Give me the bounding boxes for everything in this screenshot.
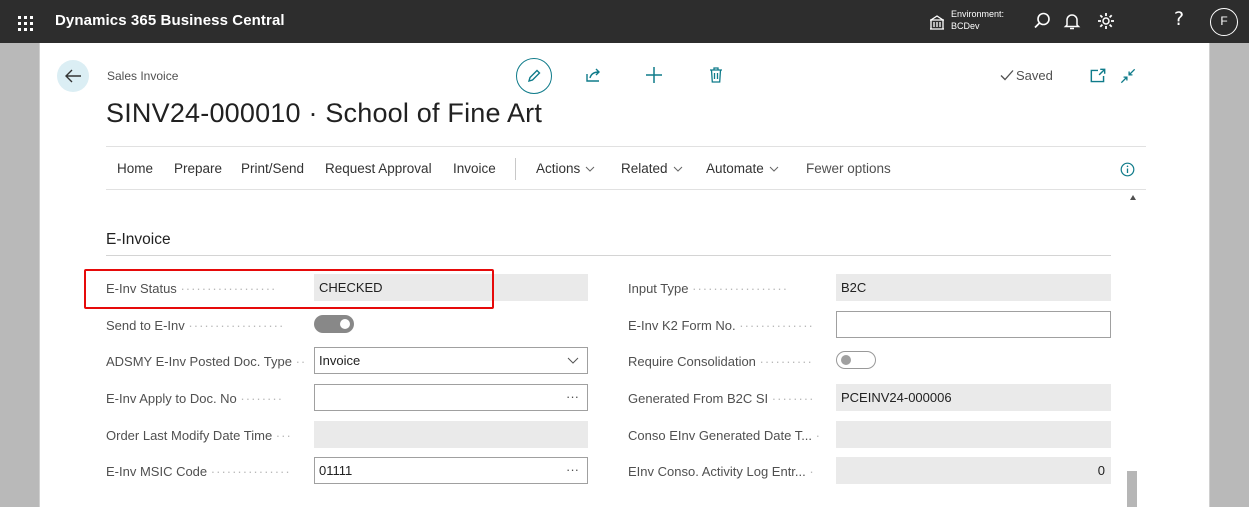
input-type-label: Input Type ·················· [628,281,789,296]
page-card: Sales Invoice SINV24-000010 · School of … [39,43,1210,507]
checkmark-icon [1000,70,1014,81]
k2-form-no-input[interactable] [836,311,1111,338]
einv-status-field: CHECKED [314,274,588,301]
chevron-down-icon [585,166,595,172]
new-plus-icon[interactable] [644,65,664,85]
open-new-window-icon[interactable] [1088,66,1108,86]
require-consolidation-toggle[interactable] [836,351,876,369]
action-bar: Home Prepare Print/Send Request Approval… [106,146,1146,190]
send-to-einv-label: Send to E-Inv ·················· [106,318,285,333]
action-print-send[interactable]: Print/Send [241,161,304,176]
send-to-einv-toggle[interactable] [314,315,354,333]
generated-from-field[interactable]: PCEINV24-000006 [836,384,1111,411]
assist-edit-ellipsis-icon[interactable]: ··· [566,389,579,404]
action-home[interactable]: Home [117,161,153,176]
action-invoice[interactable]: Invoice [453,161,496,176]
saved-label: Saved [1016,68,1053,83]
msic-code-label: E-Inv MSIC Code ··············· [106,464,291,479]
content-scrollbar[interactable] [1126,193,1142,507]
menu-related[interactable]: Related [621,161,683,176]
assist-edit-ellipsis-icon[interactable]: ··· [566,462,579,477]
saved-status: Saved [1000,68,1053,83]
back-button[interactable] [57,60,89,92]
action-separator [515,158,516,180]
scroll-thumb[interactable] [1127,471,1137,507]
pencil-icon [527,69,541,83]
k2-form-no-label: E-Inv K2 Form No. ·············· [628,318,814,333]
environment-label: Environment: [951,9,1005,19]
posted-doc-type-select[interactable]: Invoice [314,347,588,374]
page-caption: Sales Invoice [107,69,179,83]
generated-from-label: Generated From B2C SI ········ [628,391,815,406]
msic-code-value: 01111 [319,463,353,478]
require-consolidation-label: Require Consolidation ·········· [628,354,813,369]
notification-bell-icon[interactable] [1061,10,1083,32]
chevron-down-icon[interactable] [567,357,579,364]
apply-to-doc-label: E-Inv Apply to Doc. No ········ [106,391,284,406]
msic-code-input[interactable]: 01111 ··· [314,457,588,484]
menu-automate-label: Automate [706,161,764,176]
action-prepare[interactable]: Prepare [174,161,222,176]
order-last-modify-label: Order Last Modify Date Time ··· [106,428,292,443]
menu-actions-label: Actions [536,161,581,176]
section-title-e-invoice[interactable]: E-Invoice [106,231,171,249]
action-request-approval[interactable]: Request Approval [325,161,432,176]
arrow-left-icon [65,69,81,83]
chevron-down-icon [769,166,779,172]
scroll-up-arrow-icon[interactable] [1130,195,1136,200]
apply-to-doc-input[interactable]: ··· [314,384,588,411]
posted-doc-type-label: ADSMY E-Inv Posted Doc. Type ·· [106,354,307,369]
user-avatar[interactable]: F [1210,8,1238,36]
fewer-options-button[interactable]: Fewer options [806,161,891,176]
collapse-icon[interactable] [1118,66,1138,86]
einv-status-label: E-Inv Status ·················· [106,281,277,296]
section-divider [106,255,1111,256]
environment-value: BCDev [951,21,980,31]
edit-button[interactable] [516,58,552,94]
conso-generated-date-label: Conso EInv Generated Date T... · [628,428,821,443]
settings-gear-icon[interactable] [1095,10,1117,32]
posted-doc-type-value: Invoice [319,353,361,368]
menu-actions[interactable]: Actions [536,161,595,176]
share-icon[interactable] [584,65,604,85]
menu-related-label: Related [621,161,668,176]
app-title[interactable]: Dynamics 365 Business Central [55,12,285,29]
app-launcher-icon[interactable] [14,11,36,33]
top-app-bar: Dynamics 365 Business Central Environmen… [0,0,1249,43]
menu-automate[interactable]: Automate [706,161,779,176]
input-type-field: B2C [836,274,1111,301]
page-title: SINV24-000010 · School of Fine Art [106,98,543,128]
delete-trash-icon[interactable] [706,65,726,85]
activity-log-label: EInv Conso. Activity Log Entr... · [628,464,815,479]
conso-generated-date-field [836,421,1111,448]
activity-log-field[interactable]: 0 [836,457,1111,484]
building-icon [930,15,944,30]
chevron-down-icon [673,166,682,172]
help-icon[interactable]: ? [1174,8,1184,30]
order-last-modify-field [314,421,588,448]
info-icon[interactable] [1120,162,1135,177]
search-icon[interactable] [1031,10,1053,32]
